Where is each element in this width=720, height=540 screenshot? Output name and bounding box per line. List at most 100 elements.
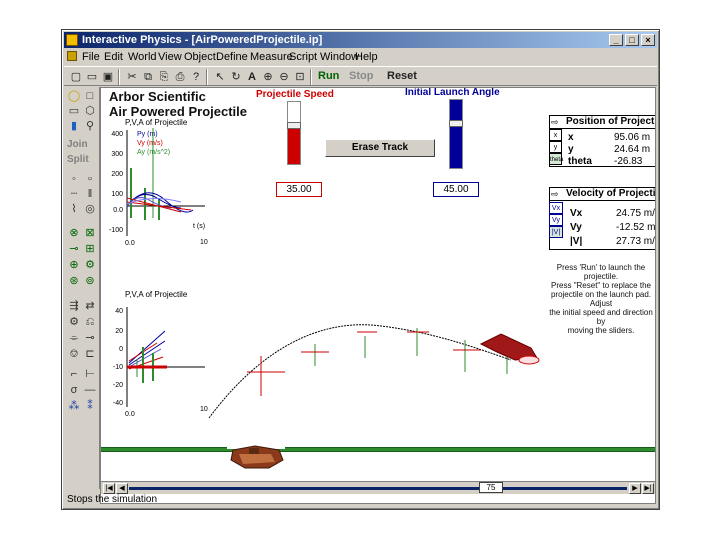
help-icon[interactable]: ? — [188, 69, 204, 85]
menu-edit[interactable]: Edit — [104, 51, 123, 63]
rotate-icon[interactable]: ↻ — [228, 69, 244, 85]
angle-input[interactable]: 45.00 — [433, 182, 479, 197]
split-button[interactable]: Split — [67, 154, 89, 165]
stop-button[interactable]: Stop — [349, 70, 373, 82]
window-title: Interactive Physics - [AirPoweredProject… — [82, 34, 323, 46]
frame-track — [129, 487, 627, 490]
slot-icon[interactable]: ┄ — [67, 188, 81, 201]
velocity-vector — [357, 331, 377, 358]
rotational-motor-icon[interactable]: ⚙ — [67, 316, 81, 329]
menu-help[interactable]: Help — [355, 51, 378, 63]
new-icon[interactable]: ▢ — [68, 69, 84, 85]
menu-file[interactable]: File — [82, 51, 100, 63]
open-icon[interactable]: ▭ — [84, 69, 100, 85]
speed-slider[interactable] — [287, 101, 301, 165]
pin-joint-icon[interactable]: ⊗ — [67, 227, 81, 240]
menu-window[interactable]: Window — [320, 51, 359, 63]
channel-v-button[interactable]: |V| — [549, 226, 563, 238]
pulley-icon[interactable]: ⊞ — [83, 243, 97, 256]
circle-tool-icon[interactable]: ◯ — [67, 90, 81, 103]
simulation-canvas[interactable]: Arbor Scientific Air Powered Projectile … — [100, 87, 656, 504]
spring-icon[interactable]: ⌇ — [67, 203, 81, 216]
channel-x-button[interactable]: x — [549, 129, 562, 141]
speed-slider-thumb[interactable] — [287, 122, 301, 129]
launcher[interactable] — [225, 444, 287, 470]
speed-input[interactable]: 35.00 — [276, 182, 322, 197]
zoom-in-icon[interactable]: ⊕ — [260, 69, 276, 85]
arrow-icon[interactable]: ↖ — [212, 69, 228, 85]
menu-view[interactable]: View — [158, 51, 182, 63]
channel-vy-button[interactable]: Vy — [549, 214, 563, 226]
slider-tool-icon[interactable]: ⊸ — [83, 332, 97, 345]
title-bar[interactable]: Interactive Physics - [AirPoweredProject… — [64, 32, 657, 48]
paste-icon[interactable]: ⎘ — [156, 69, 172, 85]
angle-slider-thumb[interactable] — [449, 120, 463, 127]
frame-counter[interactable]: 75 — [479, 482, 503, 493]
motor-icon[interactable]: ⊛ — [67, 275, 81, 288]
channel-y-button[interactable]: y — [549, 141, 562, 153]
position-meter[interactable]: Position of Projectile ⇨ x 95.06 m y 24.… — [549, 115, 655, 167]
menu-script[interactable]: Script — [289, 51, 317, 63]
position-theta-value: -26.83 — [614, 156, 643, 167]
sigma-icon[interactable]: σ — [67, 384, 81, 397]
cut-icon[interactable]: ✂ — [124, 69, 140, 85]
velocity-meter[interactable]: Velocity of Projectile ⇨ Vx 24.75 m/s Vy… — [549, 187, 655, 250]
channel-vx-button[interactable]: Vx — [549, 202, 563, 214]
graph2-ytick: 0 — [119, 346, 123, 353]
menu-world[interactable]: World — [128, 51, 157, 63]
gear-icon[interactable]: ⚙ — [83, 259, 97, 272]
menu-measure[interactable]: Measure — [250, 51, 293, 63]
minimize-button[interactable]: _ — [609, 34, 623, 46]
polygon-tool-icon[interactable]: ⬡ — [83, 105, 97, 118]
toolbar: ▢ ▭ ▣ ✂ ⧉ ⎘ ⎙ ? ↖ ↻ A ⊕ ⊖ ⊡ Run Stop Res… — [64, 66, 657, 86]
velocity-vector — [247, 356, 285, 396]
separator-icon[interactable]: ⊕ — [67, 259, 81, 272]
constraint-icon[interactable]: ⁂ — [67, 400, 81, 413]
maximize-button[interactable]: □ — [625, 34, 639, 46]
keyed-slot-icon[interactable]: ‖ — [83, 188, 97, 201]
fit-icon[interactable]: ⊡ — [292, 69, 308, 85]
actuator-icon[interactable]: ⊚ — [83, 275, 97, 288]
rigid-joint-icon[interactable]: ⊠ — [83, 227, 97, 240]
anchor-tool-icon[interactable]: ⚲ — [83, 120, 97, 133]
menu-object[interactable]: Object — [184, 51, 216, 63]
point-element-icon[interactable]: ◦ — [67, 173, 81, 186]
rectangle-tool-icon[interactable]: □ — [83, 90, 97, 103]
graph1-legend-vy: Vy (m/s) — [137, 140, 163, 147]
round-rect-tool-icon[interactable]: ▭ — [67, 105, 81, 118]
copy-icon[interactable]: ⧉ — [140, 69, 156, 85]
heading-line2: Air Powered Projectile — [109, 104, 247, 119]
reset-button[interactable]: Reset — [387, 70, 417, 82]
dash-icon[interactable]: — — [83, 384, 97, 397]
meter-arrow-icon[interactable]: ⇨ — [551, 117, 559, 128]
document-icon[interactable] — [67, 51, 77, 61]
print-icon[interactable]: ⎙ — [172, 69, 188, 85]
join-button[interactable]: Join — [67, 139, 88, 150]
angle-slider[interactable] — [449, 99, 463, 169]
text-tool-icon[interactable]: ⌐ — [67, 368, 81, 381]
save-icon[interactable]: ▣ — [100, 69, 116, 85]
text-icon[interactable]: A — [244, 69, 260, 85]
close-button[interactable]: × — [641, 34, 655, 46]
rope-icon[interactable]: ⊸ — [67, 243, 81, 256]
button-tool-icon[interactable]: ⊏ — [83, 348, 97, 361]
run-button[interactable]: Run — [318, 70, 339, 82]
square-point-icon[interactable]: ▫ — [83, 173, 97, 186]
trajectory-path — [208, 324, 512, 419]
projectile[interactable] — [479, 333, 540, 365]
rotational-spring-icon[interactable]: ⎌ — [83, 316, 97, 329]
curved-body-icon[interactable]: ▮ — [67, 120, 81, 133]
meter-icon[interactable]: ⎊ — [67, 348, 81, 361]
attachment-icon[interactable]: ⁑ — [83, 400, 97, 413]
erase-track-button[interactable]: Erase Track — [325, 139, 435, 157]
force-icon[interactable]: ⇶ — [67, 300, 81, 313]
channel-theta-button[interactable]: theta — [549, 153, 563, 165]
damper-icon[interactable]: ◎ — [83, 203, 97, 216]
status-bar: Stops the simulation — [67, 494, 158, 505]
menu-define[interactable]: Define — [216, 51, 248, 63]
zoom-out-icon[interactable]: ⊖ — [276, 69, 292, 85]
torque-icon[interactable]: ⇄ — [83, 300, 97, 313]
line-tool-icon[interactable]: ⊢ — [83, 368, 97, 381]
control-icon[interactable]: ⌯ — [67, 332, 81, 345]
meter-arrow-icon[interactable]: ⇨ — [551, 189, 559, 200]
